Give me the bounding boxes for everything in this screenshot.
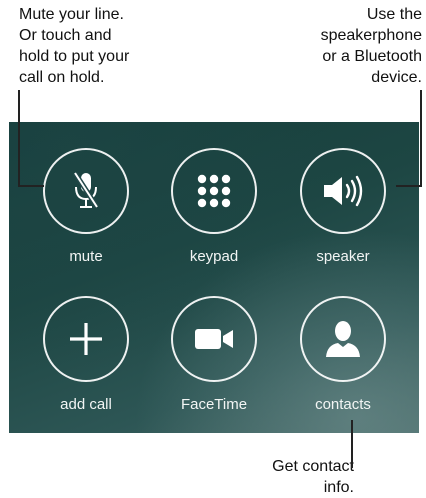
contacts-callout: Get contact info. bbox=[190, 456, 354, 498]
add-call-button-ring[interactable] bbox=[43, 296, 129, 382]
speaker-waves-icon bbox=[324, 175, 363, 207]
microphone-slash-icon bbox=[72, 171, 100, 209]
keypad-label: keypad bbox=[189, 248, 239, 265]
mute-button-ring[interactable] bbox=[43, 148, 129, 234]
contacts-button[interactable]: contacts bbox=[281, 296, 405, 413]
speaker-leader-vertical bbox=[420, 90, 422, 186]
contacts-button-ring[interactable] bbox=[300, 296, 386, 382]
speaker-callout-line: or a Bluetooth bbox=[322, 48, 422, 65]
mute-callout-line: call on hold. bbox=[19, 69, 105, 86]
facetime-button[interactable]: FaceTime bbox=[152, 296, 276, 413]
add-call-button[interactable]: add call bbox=[24, 296, 148, 413]
mute-callout-line: hold to put your bbox=[19, 48, 130, 65]
add-call-label: add call bbox=[60, 396, 112, 413]
keypad-button-ring[interactable] bbox=[171, 148, 257, 234]
mute-leader-vertical bbox=[18, 90, 20, 186]
contacts-callout-line: Get contact bbox=[272, 458, 354, 475]
call-controls-panel: mute keypad speaker add call FaceTime co… bbox=[9, 122, 419, 433]
contacts-callout-line: info. bbox=[323, 479, 354, 496]
mute-callout-line: Mute your line. bbox=[19, 6, 124, 23]
mute-label: mute bbox=[69, 248, 103, 265]
facetime-label: FaceTime bbox=[180, 396, 248, 413]
keypad-grid-icon bbox=[197, 174, 231, 208]
mute-callout: Mute your line. Or touch and hold to put… bbox=[19, 4, 209, 88]
keypad-button[interactable]: keypad bbox=[152, 148, 276, 265]
video-camera-icon bbox=[195, 329, 233, 349]
plus-icon bbox=[70, 323, 102, 355]
speaker-callout: Use the speakerphone or a Bluetooth devi… bbox=[232, 4, 422, 88]
speaker-leader-horizontal bbox=[396, 185, 422, 187]
mute-callout-line: Or touch and bbox=[19, 27, 112, 44]
mute-button[interactable]: mute bbox=[24, 148, 148, 265]
speaker-callout-line: device. bbox=[371, 69, 422, 86]
speaker-button[interactable]: speaker bbox=[281, 148, 405, 265]
contacts-label: contacts bbox=[315, 396, 371, 413]
speaker-callout-line: Use the bbox=[366, 6, 422, 23]
speaker-callout-line: speakerphone bbox=[320, 27, 422, 44]
mute-leader-horizontal bbox=[18, 185, 44, 187]
contacts-leader-vertical bbox=[351, 420, 353, 468]
facetime-button-ring[interactable] bbox=[171, 296, 257, 382]
person-silhouette-icon bbox=[326, 321, 360, 357]
speaker-button-ring[interactable] bbox=[300, 148, 386, 234]
speaker-label: speaker bbox=[316, 248, 370, 265]
